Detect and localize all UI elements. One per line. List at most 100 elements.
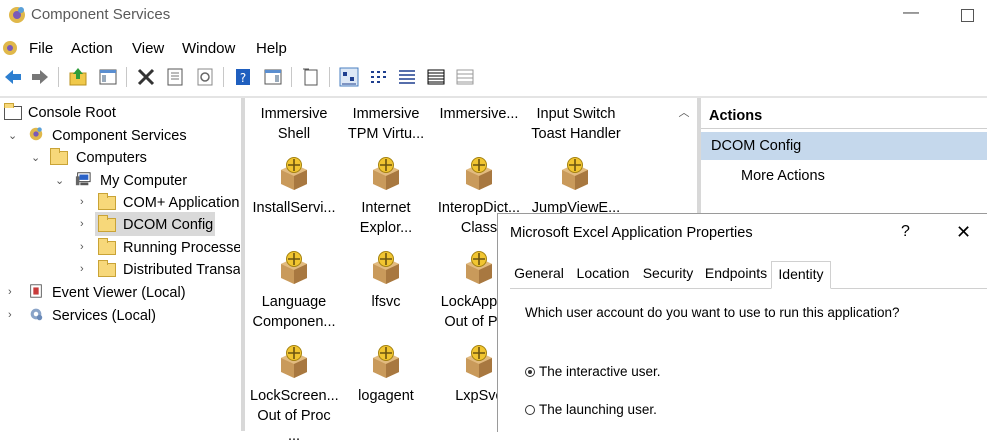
component-services-icon [9,7,25,23]
app-menu-icon[interactable] [0,38,20,58]
menu-window[interactable]: Window [182,40,235,57]
chevron-right-icon[interactable]: › [80,263,90,275]
folder-icon [98,215,116,232]
minimize-button[interactable]: — [898,2,924,28]
delete-icon[interactable] [135,66,157,88]
list-item[interactable]: Immersive... [435,104,523,124]
action-pane-icon[interactable] [262,66,284,88]
item-label: InstallServi... [252,200,336,216]
forward-arrow-icon[interactable] [29,66,51,88]
folder-icon [50,148,68,165]
tree-label: Console Root [28,105,116,121]
list-item[interactable]: Language Componen... [250,292,338,332]
radio-launching-user[interactable] [525,405,535,415]
chevron-right-icon[interactable]: › [80,196,90,208]
item-label: Toast Handler [531,126,621,142]
tree-item-running-processes[interactable]: › Running Processes [0,238,240,260]
tree-item-console-root[interactable]: Console Root [0,103,240,125]
more-actions-link[interactable]: More Actions [741,168,825,184]
menu-file[interactable]: File [29,40,53,57]
scroll-up-arrow[interactable]: ︿ [675,104,693,122]
chevron-right-icon[interactable]: › [8,286,18,298]
tree-item-computers[interactable]: ⌄ Computers [0,148,240,170]
list-item[interactable]: lfsvc [342,292,430,312]
tree-item-distributed-transaction[interactable]: › Distributed Transaction Coordinator [0,260,240,282]
menu-help[interactable]: Help [256,40,287,57]
tree-item-com-plus[interactable]: › COM+ Applications [0,193,240,215]
tree-label: Computers [76,150,147,166]
tab-strip-border [510,288,987,289]
customize-view-icon[interactable] [454,66,476,88]
tree-label: COM+ Applications [123,195,240,211]
item-label: TPM Virtu... [347,126,425,142]
actions-title: Actions [709,108,763,124]
chevron-right-icon[interactable]: › [80,218,90,230]
list-item[interactable]: Immersive TPM Virtu... [342,104,430,144]
tree-label: Services (Local) [52,308,156,324]
package-icon [465,250,493,285]
tree-label: My Computer [100,173,188,189]
list-item[interactable]: Internet Explor... [342,198,430,238]
tab-location[interactable]: Location [574,265,632,287]
large-icons-view-icon[interactable] [338,66,360,88]
package-icon [280,250,308,285]
gear-icon [30,308,43,321]
tree-item-component-services[interactable]: ⌄ Component Services [0,126,240,148]
chevron-right-icon[interactable]: › [8,309,18,321]
item-label: Out of Proc ... [257,408,331,444]
menu-view[interactable]: View [132,40,164,57]
export-list-icon[interactable] [300,66,322,88]
chevron-down-icon[interactable]: ⌄ [8,129,18,142]
list-view-icon[interactable] [396,66,418,88]
component-services-icon [29,127,43,141]
chevron-down-icon[interactable]: ⌄ [55,174,65,187]
list-item[interactable]: LockScreen... Out of Proc ... [250,386,339,446]
tree-label: Running Processes [123,240,240,256]
tab-endpoints[interactable]: Endpoints [703,265,769,287]
item-label: logagent [358,388,414,404]
item-label: Shell [277,126,311,142]
toolbar: ? [0,63,987,91]
package-icon [280,344,308,379]
item-label: Explor... [359,220,413,236]
package-icon [280,156,308,191]
tab-security[interactable]: Security [640,265,696,287]
tree-item-dcom-config[interactable]: › DCOM Config [0,215,240,237]
menu-action[interactable]: Action [71,40,113,57]
help-button[interactable]: ? [901,223,910,241]
tree-label: Event Viewer (Local) [52,285,186,301]
tree-label: Distributed Transaction Coordinator [123,262,240,278]
detail-view-icon[interactable] [425,66,447,88]
list-item[interactable]: Immersive Shell [250,104,338,144]
package-icon [372,344,400,379]
close-button[interactable]: ✕ [956,222,971,243]
up-folder-icon[interactable] [67,66,89,88]
tree-item-services[interactable]: › Services (Local) [0,306,240,328]
show-hide-tree-icon[interactable] [97,66,119,88]
item-label: Immersive... [439,106,519,122]
svg-text:?: ? [240,71,246,85]
folder-icon [98,238,116,255]
chevron-down-icon[interactable]: ⌄ [31,151,41,164]
small-icons-view-icon[interactable] [368,66,390,88]
tree-item-event-viewer[interactable]: › Event Viewer (Local) [0,283,240,305]
menu-bar: File Action View Window Help [0,36,987,62]
tree-label: Component Services [52,128,187,144]
radio-interactive-user[interactable] [525,367,535,377]
list-item[interactable]: Input Switch Toast Handler [531,104,621,144]
chevron-right-icon[interactable]: › [80,241,90,253]
radio-label: The interactive user. [539,364,661,379]
tree-label: DCOM Config [123,217,214,233]
tab-identity[interactable]: Identity [771,261,831,289]
back-arrow-icon[interactable] [2,66,24,88]
properties-icon[interactable] [164,66,186,88]
maximize-button[interactable] [954,2,980,28]
tab-general[interactable]: General [512,265,566,287]
list-item[interactable]: logagent [342,386,430,406]
help-icon[interactable]: ? [232,66,254,88]
tree-item-my-computer[interactable]: ⌄ My Computer [0,171,240,193]
refresh-icon[interactable] [194,66,216,88]
dialog-title: Microsoft Excel Application Properties [510,225,753,241]
list-item[interactable]: InstallServi... [250,198,338,218]
item-label: Internet [361,200,411,216]
